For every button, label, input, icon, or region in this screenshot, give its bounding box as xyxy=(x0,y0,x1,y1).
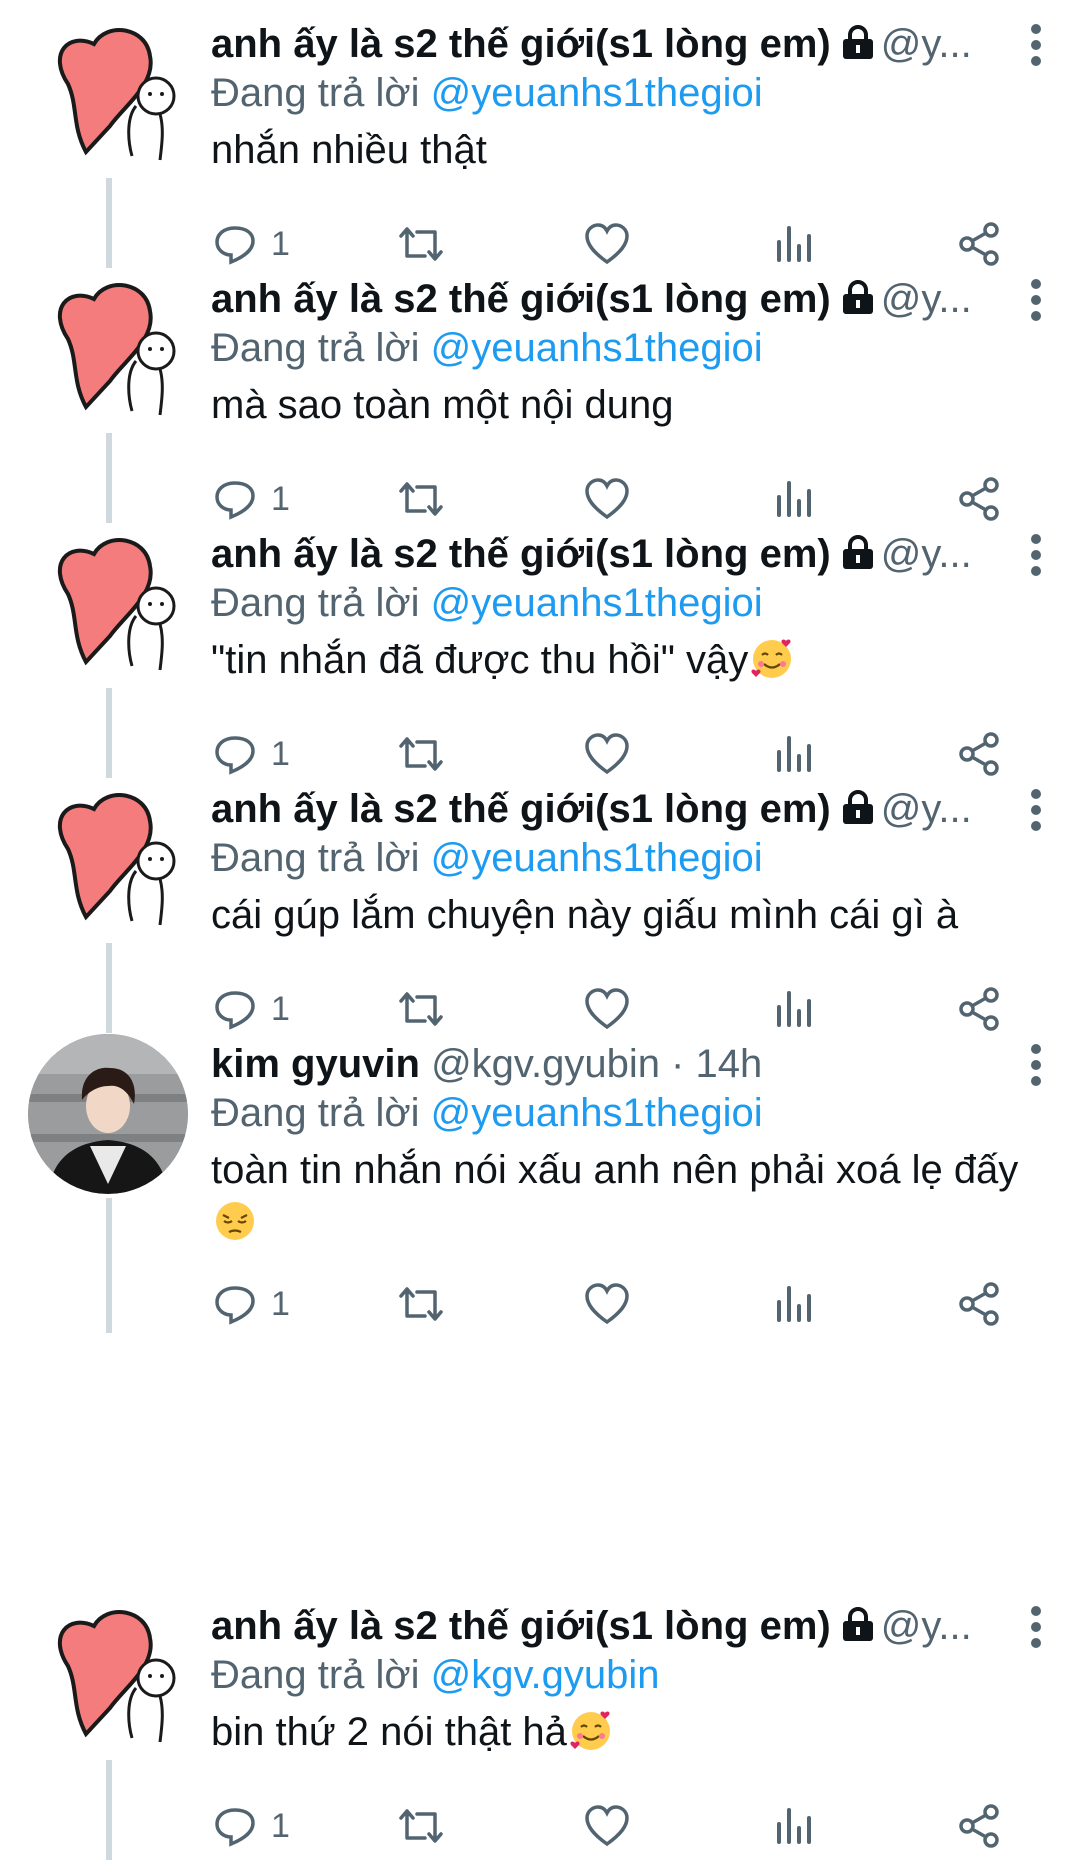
tweet[interactable]: anh ấy là s2 thế giới(s1 lòng em) @y... Đ… xyxy=(0,1582,1080,1862)
more-options-icon[interactable] xyxy=(1028,279,1044,327)
lock-icon xyxy=(842,1607,873,1642)
like-button[interactable] xyxy=(583,1796,631,1856)
reply-icon xyxy=(215,1808,255,1847)
reply-count: 1 xyxy=(271,1806,290,1845)
display-name[interactable]: anh ấy là s2 thế giới(s1 lòng em) xyxy=(211,22,831,66)
heart-icon xyxy=(585,1283,629,1325)
lock-icon xyxy=(842,25,873,60)
tweet-text: bin thứ 2 nói thật hả xyxy=(211,1710,567,1754)
reply-prefix: Đang trả lời xyxy=(211,836,420,880)
pensive-emoji xyxy=(216,1202,254,1240)
views-button[interactable] xyxy=(769,1796,817,1856)
tweet-text: mà sao toàn một nội dung xyxy=(211,383,674,427)
more-options-icon[interactable] xyxy=(1028,1606,1044,1654)
retweet-icon xyxy=(399,1287,443,1321)
tweet[interactable]: kim gyuvin @kgv.gyubin · 14h Đang trả lờ… xyxy=(0,1020,1080,1333)
tweet[interactable]: anh ấy là s2 thế giới(s1 lòng em) @y... Đ… xyxy=(0,0,1080,268)
retweet-icon xyxy=(399,1809,443,1843)
display-name[interactable]: anh ấy là s2 thế giới(s1 lòng em) xyxy=(211,532,831,576)
retweet-button[interactable] xyxy=(397,1274,445,1334)
thread-line xyxy=(106,1198,112,1333)
tweet-text: toàn tin nhắn nói xấu anh nên phải xoá l… xyxy=(211,1148,1019,1192)
user-handle[interactable]: @kgv.gyubin · 14h xyxy=(431,1042,762,1086)
smiling-hearts-emoji xyxy=(751,639,792,678)
more-options-icon[interactable] xyxy=(1028,24,1044,72)
heart-avatar[interactable] xyxy=(28,779,188,939)
lock-icon xyxy=(842,280,873,315)
reply-mention[interactable]: @yeuanhs1thegioi xyxy=(431,1091,763,1135)
more-options-icon[interactable] xyxy=(1028,789,1044,837)
more-options-icon[interactable] xyxy=(1028,1044,1044,1092)
reply-prefix: Đang trả lời xyxy=(211,326,420,370)
lock-icon xyxy=(842,790,873,825)
views-button[interactable] xyxy=(769,1274,817,1334)
reply-mention[interactable]: @yeuanhs1thegioi xyxy=(431,326,763,370)
reply-mention[interactable]: @yeuanhs1thegioi xyxy=(431,71,763,115)
tweet-text: "tin nhắn đã được thu hồi" vậy xyxy=(211,638,749,682)
reply-prefix: Đang trả lời xyxy=(211,581,420,625)
retweet-button[interactable] xyxy=(397,1796,445,1856)
share-icon xyxy=(959,1282,999,1326)
lock-icon xyxy=(842,535,873,570)
share-icon xyxy=(959,1804,999,1848)
thread-line xyxy=(106,1760,112,1860)
display-name[interactable]: anh ấy là s2 thế giới(s1 lòng em) xyxy=(211,787,831,831)
reply-prefix: Đang trả lời xyxy=(211,71,420,115)
bar-chart-icon xyxy=(777,1808,811,1844)
heart-avatar[interactable] xyxy=(28,269,188,429)
user-handle[interactable]: @y... xyxy=(881,277,972,321)
heart-avatar[interactable] xyxy=(28,524,188,684)
smiling-hearts-emoji xyxy=(570,1711,610,1750)
user-handle[interactable]: @y... xyxy=(881,1604,972,1648)
profile-photo-avatar[interactable] xyxy=(28,1034,188,1194)
share-button[interactable] xyxy=(955,1796,1003,1856)
reply-feed: anh ấy là s2 thế giới(s1 lòng em) @y... Đ… xyxy=(0,0,1080,1862)
heart-avatar[interactable] xyxy=(28,14,188,174)
user-handle[interactable]: @y... xyxy=(881,22,972,66)
reply-mention[interactable]: @yeuanhs1thegioi xyxy=(431,581,763,625)
share-button[interactable] xyxy=(955,1274,1003,1334)
user-handle[interactable]: @y... xyxy=(881,787,972,831)
display-name[interactable]: anh ấy là s2 thế giới(s1 lòng em) xyxy=(211,277,831,321)
bar-chart-icon xyxy=(777,1286,811,1322)
reply-count: 1 xyxy=(271,1284,290,1323)
reply-mention[interactable]: @yeuanhs1thegioi xyxy=(431,836,763,880)
user-handle[interactable]: @y... xyxy=(881,532,972,576)
more-options-icon[interactable] xyxy=(1028,534,1044,582)
reply-prefix: Đang trả lời xyxy=(211,1091,420,1135)
reply-icon xyxy=(215,1286,255,1325)
tweet[interactable]: anh ấy là s2 thế giới(s1 lòng em) @y... Đ… xyxy=(0,255,1080,523)
reply-mention[interactable]: @kgv.gyubin xyxy=(431,1653,660,1697)
tweet[interactable]: anh ấy là s2 thế giới(s1 lòng em) @y... Đ… xyxy=(0,765,1080,1033)
reply-prefix: Đang trả lời xyxy=(211,1653,420,1697)
tweet-text: cái gúp lắm chuyện này giấu mình cái gì … xyxy=(211,893,959,937)
tweet[interactable]: anh ấy là s2 thế giới(s1 lòng em) @y... Đ… xyxy=(0,510,1080,778)
like-button[interactable] xyxy=(583,1274,631,1334)
reply-button[interactable]: 1 xyxy=(211,1274,290,1334)
display-name[interactable]: kim gyuvin xyxy=(211,1042,420,1086)
heart-avatar[interactable] xyxy=(28,1596,188,1756)
reply-button[interactable]: 1 xyxy=(211,1796,290,1856)
tweet-text: nhắn nhiều thật xyxy=(211,128,487,172)
heart-icon xyxy=(585,1805,629,1847)
display-name[interactable]: anh ấy là s2 thế giới(s1 lòng em) xyxy=(211,1604,831,1648)
